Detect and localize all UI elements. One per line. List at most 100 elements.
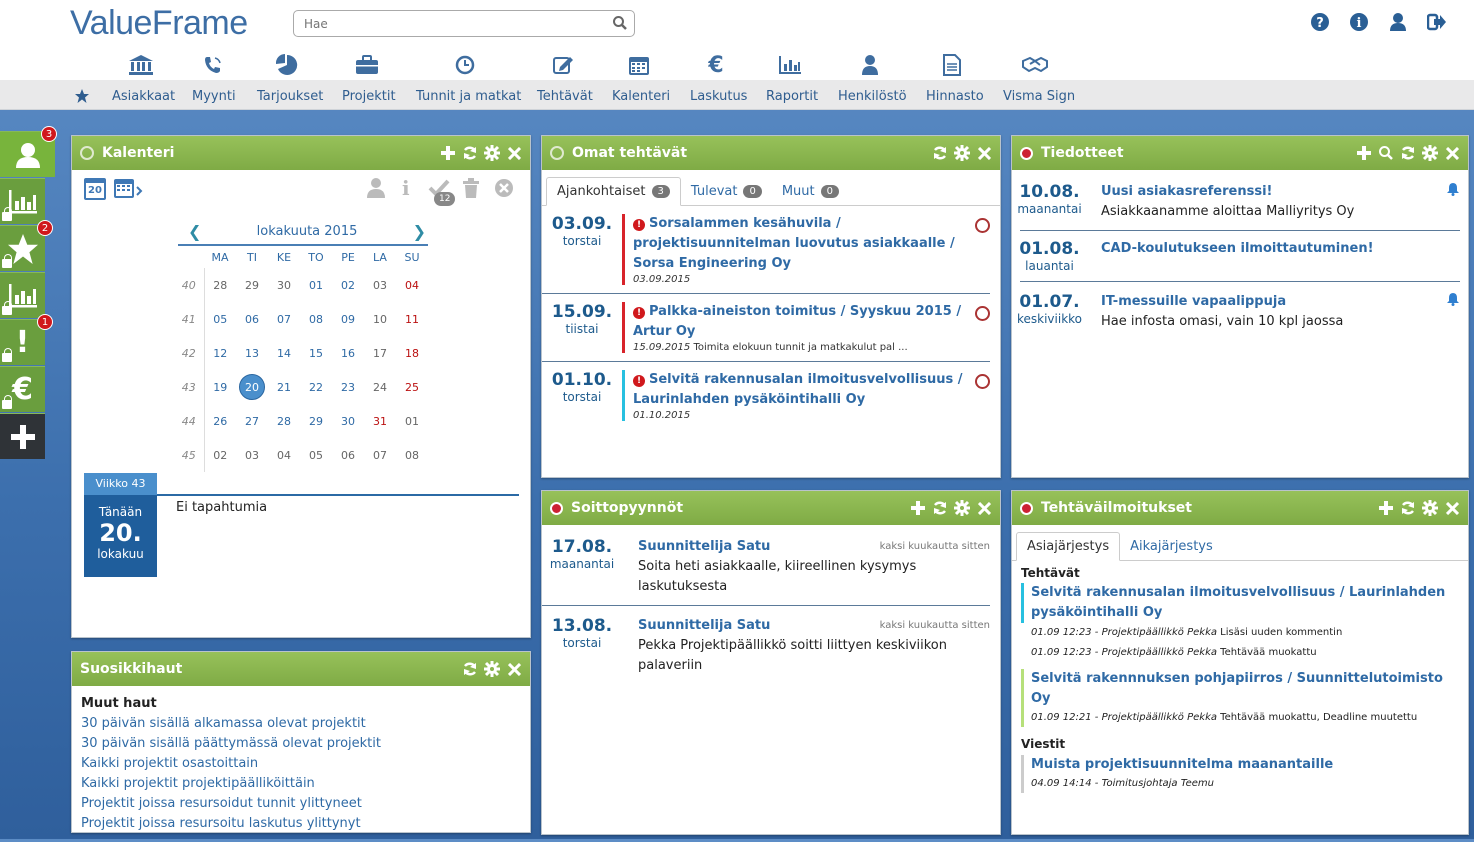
refresh-icon[interactable] — [932, 145, 948, 161]
search-input[interactable] — [294, 11, 594, 36]
clock-icon[interactable] — [450, 52, 480, 78]
handshake-icon[interactable] — [1020, 52, 1050, 78]
notification-task[interactable]: Selvitä rakennusalan ilmoitusvelvollisuu… — [1021, 583, 1458, 623]
person-filter-icon[interactable] — [367, 178, 385, 202]
task-title[interactable]: Sorsalammen kesähuvila / projektisuunnit… — [633, 216, 955, 271]
task-title[interactable]: Selvitä rakennusalan ilmoitusvelvollisuu… — [633, 372, 963, 407]
favorite-search-link[interactable]: Projektit joissa resursoitu laskutus yli… — [81, 814, 521, 834]
nav-visma-sign[interactable]: Visma Sign — [1003, 89, 1075, 104]
close-icon[interactable] — [976, 145, 992, 161]
nav-asiakkaat[interactable]: Asiakkaat — [112, 89, 175, 104]
settings-gear-icon[interactable] — [484, 661, 500, 677]
phone-icon[interactable] — [198, 52, 228, 78]
nav-henkilosto[interactable]: Henkilöstö — [838, 89, 907, 104]
favorite-search-link[interactable]: 30 päivän sisällä päättymässä olevat pro… — [81, 734, 521, 754]
help-icon[interactable]: ? — [1310, 12, 1330, 32]
caller-name[interactable]: Suunnittelija Satu — [638, 537, 770, 557]
profile-icon[interactable] — [1388, 12, 1408, 32]
favorite-search-link[interactable]: Kaikki projektit projektipäälliköittäin — [81, 774, 521, 794]
sidebar-add-button[interactable] — [0, 413, 45, 459]
nav-favorites-star-icon[interactable] — [75, 89, 89, 107]
close-icon[interactable] — [976, 500, 992, 516]
euro-icon[interactable]: € — [701, 52, 731, 78]
briefcase-icon[interactable] — [352, 52, 382, 78]
bank-icon[interactable] — [126, 52, 156, 78]
notification-task-title[interactable]: Selvitä rakennnuksen pohjapiirros / Suun… — [1031, 669, 1458, 709]
tab-aikajarjestys[interactable]: Aikajärjestys — [1120, 533, 1223, 560]
refresh-icon[interactable] — [462, 661, 478, 677]
sidebar-charts-button[interactable] — [0, 272, 45, 318]
settings-gear-icon[interactable] — [954, 145, 970, 161]
call-request-item[interactable]: 17.08. maanantai Suunnittelija Satu kaksi … — [542, 525, 990, 606]
add-icon[interactable] — [440, 145, 456, 161]
close-icon[interactable] — [506, 145, 522, 161]
sidebar-alerts-button[interactable]: ! 1 — [0, 314, 53, 365]
calendar-icon[interactable] — [624, 52, 654, 78]
refresh-icon[interactable] — [1400, 145, 1416, 161]
add-icon[interactable] — [910, 500, 926, 516]
task-title[interactable]: Palkka-aineiston toimitus / Syyskuu 2015… — [633, 304, 961, 339]
complete-circle-icon[interactable] — [975, 218, 990, 233]
nav-tunnit[interactable]: Tunnit ja matkat — [416, 89, 521, 104]
tab-ajankohtaiset[interactable]: Ajankohtaiset 3 — [546, 177, 681, 206]
logout-icon[interactable] — [1426, 12, 1447, 32]
nav-projektit[interactable]: Projektit — [342, 89, 396, 104]
favorite-search-link[interactable]: Projektit joissa resursoidut tunnit ylit… — [81, 794, 521, 814]
search-icon[interactable] — [1378, 145, 1394, 161]
favorite-search-link[interactable]: 30 päivän sisällä alkamassa olevat proje… — [81, 714, 521, 734]
message-title[interactable]: Muista projektisuunnitelma maanantaille — [1031, 755, 1458, 775]
add-icon[interactable] — [1356, 145, 1372, 161]
favorite-search-link[interactable]: Kaikki projektit osastoittain — [81, 754, 521, 774]
announcement-title[interactable]: IT-messuille vapaalippuja — [1101, 292, 1446, 312]
today-date[interactable]: 20 — [236, 370, 268, 404]
tab-asiajarjestys[interactable]: Asiajärjestys — [1016, 532, 1121, 561]
caller-name[interactable]: Suunnittelija Satu — [638, 616, 770, 636]
message-item[interactable]: Muista projektisuunnitelma maanantaille … — [1021, 755, 1458, 793]
nav-kalenteri[interactable]: Kalenteri — [612, 89, 670, 104]
nav-laskutus[interactable]: Laskutus — [690, 89, 747, 104]
edit-icon[interactable] — [548, 52, 578, 78]
notification-task[interactable]: Selvitä rakennnuksen pohjapiirros / Suun… — [1021, 669, 1458, 727]
announcement-item[interactable]: 01.08. lauantai CAD-koulutukseen ilmoitta… — [1019, 231, 1460, 282]
nav-tarjoukset[interactable]: Tarjoukset — [257, 89, 323, 104]
next-month-chevron-icon[interactable]: ❯ — [413, 222, 428, 241]
task-item[interactable]: 15.09. tiistai ! Palkka-aineiston toimitus… — [542, 294, 990, 362]
trash-icon[interactable] — [462, 178, 480, 202]
announcement-title[interactable]: Uusi asiakasreferenssi! — [1101, 182, 1446, 202]
nav-hinnasto[interactable]: Hinnasto — [926, 89, 984, 104]
cancel-circle-icon[interactable] — [494, 178, 514, 202]
refresh-icon[interactable] — [462, 145, 478, 161]
notification-task-title[interactable]: Selvitä rakennusalan ilmoitusvelvollisuu… — [1031, 583, 1458, 623]
call-request-item[interactable]: 13.08. torstai Suunnittelija Satu kaksi ku… — [542, 606, 1000, 684]
info-filter-icon[interactable]: i — [402, 176, 410, 200]
nav-tehtavat[interactable]: Tehtävät — [537, 89, 593, 104]
task-item[interactable]: 01.10. torstai ! Selvitä rakennusalan ilmo… — [542, 362, 990, 429]
tab-muut[interactable]: Muut 0 — [772, 178, 849, 205]
today-calendar-icon[interactable]: 20 — [84, 178, 106, 200]
tab-tulevat[interactable]: Tulevat 0 — [681, 178, 772, 205]
sidebar-billing-button[interactable]: € — [0, 366, 45, 412]
announcement-item[interactable]: 01.07. keskiviikko IT-messuille vapaalipp… — [1017, 282, 1460, 340]
announcement-title[interactable]: CAD-koulutukseen ilmoittautuminen! — [1101, 239, 1460, 259]
search-box[interactable] — [293, 10, 635, 37]
close-icon[interactable] — [506, 661, 522, 677]
document-icon[interactable] — [937, 52, 967, 78]
user-icon[interactable] — [855, 52, 885, 78]
search-icon[interactable] — [612, 15, 628, 35]
refresh-icon[interactable] — [932, 500, 948, 516]
sidebar-favorites-button[interactable]: 2 — [0, 220, 53, 271]
bar-chart-icon[interactable] — [775, 52, 805, 78]
info-icon[interactable]: i — [1349, 12, 1369, 32]
complete-circle-icon[interactable] — [975, 374, 990, 389]
settings-gear-icon[interactable] — [954, 500, 970, 516]
task-item[interactable]: 03.09. torstai ! Sorsalammen kesähuvila / … — [542, 206, 990, 294]
settings-gear-icon[interactable] — [1422, 145, 1438, 161]
settings-gear-icon[interactable] — [1422, 500, 1438, 516]
add-icon[interactable] — [1378, 500, 1394, 516]
sidebar-users-button[interactable]: 3 — [0, 126, 57, 177]
settings-gear-icon[interactable] — [484, 145, 500, 161]
announcement-item[interactable]: 10.08. maanantai Uusi asiakasreferenssi! A… — [1017, 170, 1460, 231]
valueframe-logo[interactable]: ValueFrame — [70, 4, 248, 43]
complete-circle-icon[interactable] — [975, 306, 990, 321]
nav-raportit[interactable]: Raportit — [766, 89, 818, 104]
